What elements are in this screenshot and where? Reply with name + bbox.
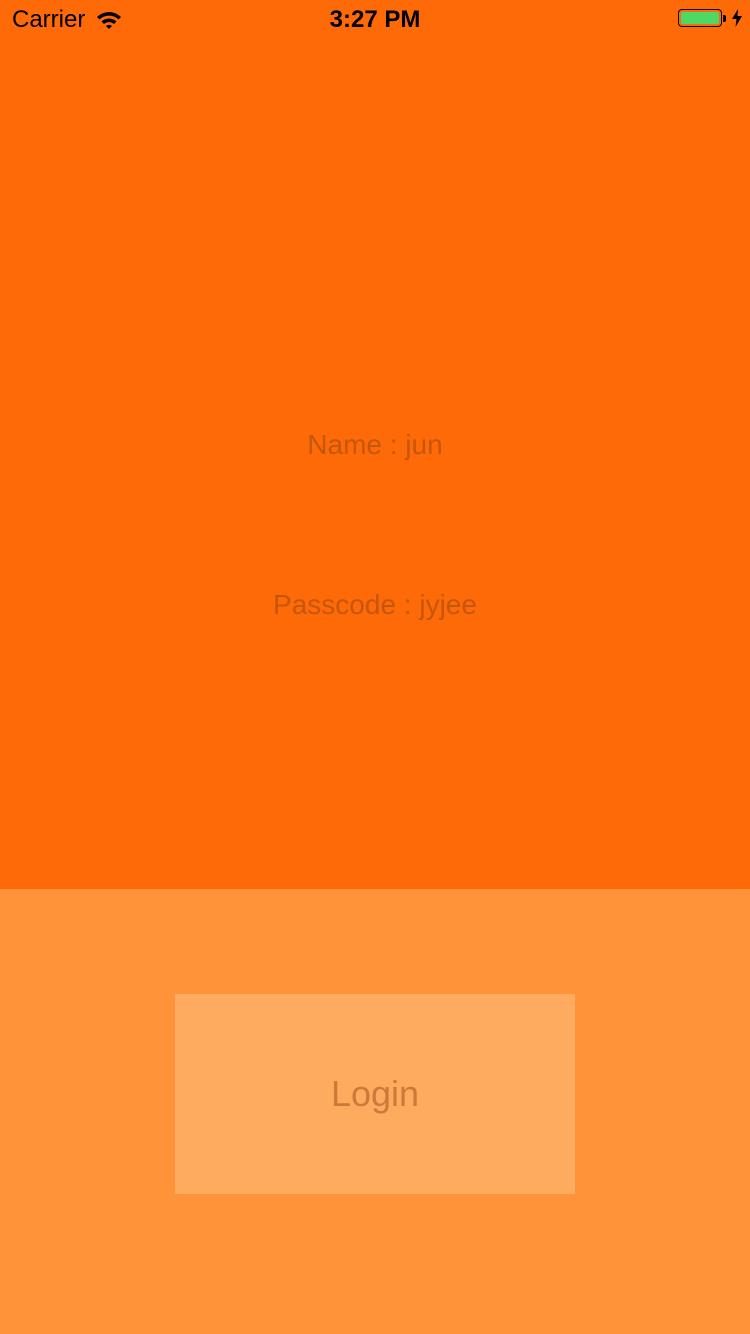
name-label: Name : jun: [307, 429, 443, 460]
login-button-label: Login: [330, 1073, 420, 1114]
battery-level-fill: [681, 12, 719, 24]
status-bar: Carrier 3:27 PM: [0, 0, 750, 40]
status-time: 3:27 PM: [329, 6, 421, 33]
battery-cap: [723, 14, 726, 22]
battery-icon: [678, 9, 722, 27]
passcode-label: Passcode : jyjee: [273, 589, 477, 620]
battery-group: [678, 9, 742, 27]
login-screen: Carrier 3:27 PM Name : jun Passcode: jy…: [0, 0, 750, 1334]
charging-bolt-icon: [732, 9, 742, 27]
login-button[interactable]: Login: [175, 994, 575, 1194]
